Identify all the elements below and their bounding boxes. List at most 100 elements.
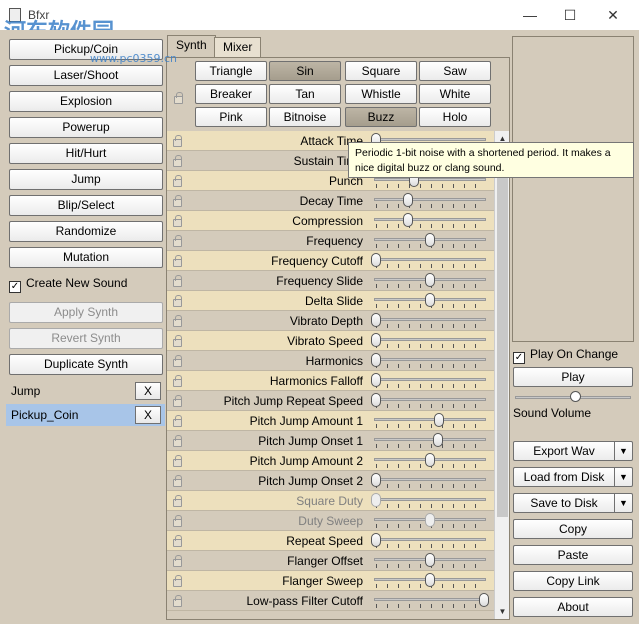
slider-thumb[interactable] [371,533,381,547]
lock-icon[interactable] [173,435,182,447]
lock-icon[interactable] [173,255,182,267]
copy-button[interactable]: Copy [513,519,633,539]
lock-icon[interactable] [173,335,182,347]
param-slider[interactable] [370,271,490,291]
copy-link-button[interactable]: Copy Link [513,571,633,591]
mutation-button[interactable]: Mutation [9,247,163,268]
slider-thumb[interactable] [425,513,435,527]
lock-icon[interactable] [173,175,182,187]
jump-button[interactable]: Jump [9,169,163,190]
apply-synth-button[interactable]: Apply Synth [9,302,163,323]
load-from-disk-button[interactable]: Load from Disk ▼ [513,467,633,487]
save-to-disk-button[interactable]: Save to Disk ▼ [513,493,633,513]
paste-button[interactable]: Paste [513,545,633,565]
slider-thumb[interactable] [371,253,381,267]
param-slider[interactable] [370,371,490,391]
hit-hurt-button[interactable]: Hit/Hurt [9,143,163,164]
slider-thumb[interactable] [371,493,381,507]
scroll-down-icon[interactable]: ▼ [495,604,510,619]
duplicate-synth-button[interactable]: Duplicate Synth [9,354,163,375]
waveform-buzz-button[interactable]: Buzz [345,107,417,127]
tab-mixer[interactable]: Mixer [214,37,262,57]
volume-thumb[interactable] [570,391,581,402]
param-slider[interactable] [370,591,490,611]
lock-icon[interactable] [173,355,182,367]
minimize-button[interactable]: — [515,4,545,26]
lock-icon[interactable] [173,535,182,547]
slider-thumb[interactable] [371,393,381,407]
chevron-down-icon[interactable]: ▼ [614,494,632,512]
lock-icon[interactable] [173,215,182,227]
param-slider[interactable] [370,411,490,431]
waveform-square-button[interactable]: Square [345,61,417,81]
lock-icon[interactable] [173,275,182,287]
slider-thumb[interactable] [425,453,435,467]
close-button[interactable]: ✕ [598,4,628,26]
param-slider[interactable] [370,311,490,331]
param-slider[interactable] [370,251,490,271]
lock-icon[interactable] [173,235,182,247]
lock-icon[interactable] [173,135,182,147]
param-slider[interactable] [370,551,490,571]
slider-thumb[interactable] [433,413,444,427]
waveform-triangle-button[interactable]: Triangle [195,61,267,81]
remove-sound-button[interactable]: X [135,406,161,424]
waveform-saw-button[interactable]: Saw [419,61,491,81]
powerup-button[interactable]: Powerup [9,117,163,138]
slider-thumb[interactable] [371,373,381,387]
maximize-button[interactable]: ☐ [555,4,585,26]
param-slider[interactable] [370,191,490,211]
lock-icon[interactable] [173,495,182,507]
param-scrollbar[interactable]: ▲ ▼ [494,131,509,619]
slider-thumb[interactable] [425,233,435,247]
play-on-change-checkbox[interactable]: ✓ Play On Change [513,346,618,364]
lock-icon[interactable] [173,295,182,307]
param-slider[interactable] [370,471,490,491]
randomize-button[interactable]: Randomize [9,221,163,242]
create-new-sound-checkbox[interactable]: ✓ Create New Sound [9,275,127,293]
waveform-whistle-button[interactable]: Whistle [345,84,417,104]
chevron-down-icon[interactable]: ▼ [614,442,632,460]
waveform-tan-button[interactable]: Tan [269,84,341,104]
waveform-bitnoise-button[interactable]: Bitnoise [269,107,341,127]
laser-shoot-button[interactable]: Laser/Shoot [9,65,163,86]
slider-thumb[interactable] [371,333,381,347]
remove-sound-button[interactable]: X [135,382,161,400]
param-slider[interactable] [370,571,490,591]
lock-icon[interactable] [173,415,182,427]
list-item[interactable]: Jump X [6,380,165,402]
slider-thumb[interactable] [371,313,381,327]
param-slider[interactable] [370,491,490,511]
slider-thumb[interactable] [371,353,381,367]
lock-icon[interactable] [173,195,182,207]
explosion-button[interactable]: Explosion [9,91,163,112]
param-slider[interactable] [370,231,490,251]
slider-thumb[interactable] [403,213,414,227]
sound-volume-slider[interactable] [513,391,633,405]
waveform-breaker-button[interactable]: Breaker [195,84,267,104]
waveform-pink-button[interactable]: Pink [195,107,267,127]
export-wav-button[interactable]: Export Wav ▼ [513,441,633,461]
slider-thumb[interactable] [371,473,381,487]
slider-thumb[interactable] [425,573,435,587]
lock-icon[interactable] [173,315,182,327]
param-slider[interactable] [370,511,490,531]
param-slider[interactable] [370,391,490,411]
about-button[interactable]: About [513,597,633,617]
param-slider[interactable] [370,211,490,231]
waveform-sin-button[interactable]: Sin [269,61,341,81]
lock-icon[interactable] [174,92,183,104]
list-item[interactable]: Pickup_Coin X [6,404,165,426]
slider-thumb[interactable] [425,273,435,287]
slider-thumb[interactable] [479,593,489,607]
play-button[interactable]: Play [513,367,633,387]
lock-icon[interactable] [173,575,182,587]
lock-icon[interactable] [173,395,182,407]
param-slider[interactable] [370,351,490,371]
slider-thumb[interactable] [425,553,435,567]
lock-icon[interactable] [173,595,182,607]
param-slider[interactable] [370,531,490,551]
param-slider[interactable] [370,291,490,311]
lock-icon[interactable] [173,475,182,487]
lock-icon[interactable] [173,455,182,467]
